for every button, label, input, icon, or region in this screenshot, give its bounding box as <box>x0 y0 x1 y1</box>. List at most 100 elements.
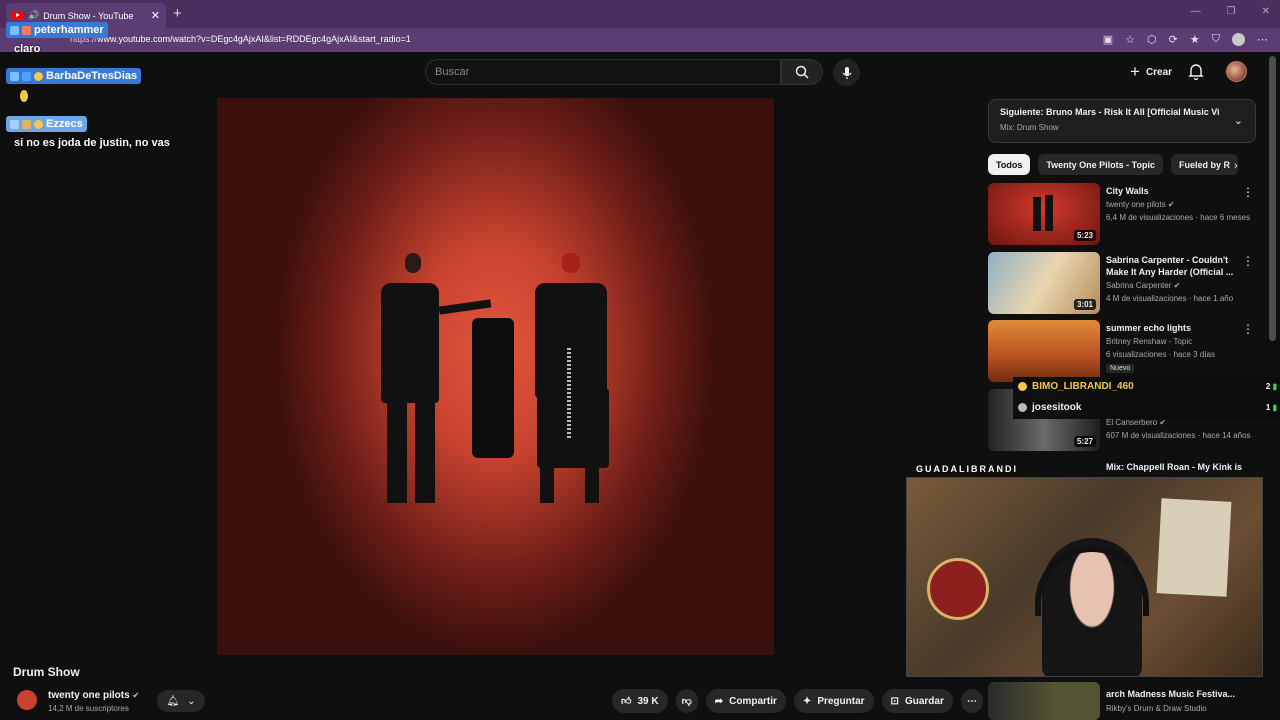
rec-title-partial: Mix: Chappell Roan - My Kink is <box>1106 462 1243 472</box>
video-actions: 👍︎ 39 K 👎︎ ➦ Compartir ✦ Preguntar ⊡ Gua… <box>612 689 983 713</box>
video-title: Drum Show <box>13 665 80 679</box>
badge-icon <box>22 119 31 129</box>
verified-icon: ✔ <box>1167 200 1175 209</box>
search-input[interactable]: Buscar <box>425 59 781 85</box>
channel-name[interactable]: twenty one pilots ✔ <box>48 690 139 701</box>
rec-thumbnail[interactable]: 5:23 <box>988 183 1100 245</box>
account-avatar[interactable] <box>1226 61 1247 82</box>
more-icon[interactable]: ⋯ <box>1257 33 1268 46</box>
create-button[interactable]: + Crear <box>1121 60 1181 84</box>
video-player[interactable] <box>217 98 774 655</box>
shield-icon[interactable]: ⛉ <box>1212 33 1220 46</box>
browser-tab-bar: 🔊 Drum Show - YouTube ✕ + — ❐ ✕ <box>0 0 1280 28</box>
filter-chips: Todos Twenty One Pilots - Topic Fueled b… <box>988 154 1250 176</box>
rec-item[interactable]: arch Madness Music Festiva... Rikby's Dr… <box>988 682 1256 720</box>
rec-item[interactable]: 5:23 City Walls twenty one pilots ✔ 6,4 … <box>988 183 1256 245</box>
rec-channel-text: twenty one pilots <box>1106 200 1166 209</box>
more-horizontal-icon: ⋯ <box>966 695 977 707</box>
verified-icon: ✔ <box>132 691 140 700</box>
thumbs-up-icon: 👍︎ <box>621 696 632 707</box>
profile-avatar[interactable] <box>1232 33 1245 46</box>
rec-item[interactable]: 3:01 Sabrina Carpenter - Couldn't Make I… <box>988 252 1256 314</box>
scrollbar[interactable] <box>1269 56 1276 341</box>
more-vertical-icon[interactable]: ⋮ <box>1242 322 1254 336</box>
notifications-bell-icon[interactable] <box>1188 63 1204 80</box>
url-field[interactable]: https://www.youtube.com/watch?v=DEgc4gAj… <box>70 34 411 44</box>
more-actions-button[interactable]: ⋯ <box>960 689 983 713</box>
chevron-right-icon[interactable]: › <box>1234 160 1238 172</box>
rec-thumbnail[interactable]: 3:01 <box>988 252 1100 314</box>
viewer-name: BIMO_LIBRANDI_460 <box>1032 381 1134 392</box>
microphone-icon <box>842 66 851 79</box>
viewer-row: josesitook <box>1018 402 1081 413</box>
favorites-icon[interactable]: ★ <box>1190 33 1200 46</box>
channel-name-text: twenty one pilots <box>48 690 130 701</box>
verified-icon: ✔ <box>1159 418 1167 427</box>
chat-username: Ezzecs <box>6 116 87 132</box>
create-label: Crear <box>1145 66 1173 78</box>
rec-item[interactable]: summer echo lights Britney Renshaw - Top… <box>988 320 1256 382</box>
dislike-button[interactable]: 👎︎ <box>675 689 698 713</box>
viewer-count: 1 ▮ <box>1265 403 1277 412</box>
more-vertical-icon[interactable]: ⋮ <box>1242 185 1254 199</box>
sparkle-icon: ✦ <box>802 695 812 707</box>
browser-toolbar: ▣ ☆ ⬡ ⟳ ★ ⛉ ⋯ <box>1103 33 1268 46</box>
platform-sign-image <box>927 558 989 620</box>
share-icon: ➦ <box>714 695 724 707</box>
coin-icon <box>1018 382 1027 391</box>
minimize-icon[interactable]: — <box>1191 6 1201 17</box>
next-up-panel[interactable]: Siguiente: Bruno Mars - Risk It All [Off… <box>988 99 1256 143</box>
album-art-person-right <box>562 253 580 273</box>
star-icon[interactable]: ☆ <box>1125 33 1135 46</box>
viewer-name: josesitook <box>1032 402 1082 413</box>
tab-title: Drum Show - YouTube <box>43 10 134 21</box>
chevron-down-icon[interactable]: ⌄ <box>1234 114 1243 127</box>
chip-twenty-one-pilots-topic[interactable]: Twenty One Pilots - Topic <box>1038 154 1164 175</box>
chat-message: si no es joda de justin, no vas <box>14 137 170 149</box>
viewer-count-text: 2 <box>1265 382 1271 391</box>
more-vertical-icon[interactable]: ⋮ <box>1242 254 1254 268</box>
close-tab-icon[interactable]: ✕ <box>151 9 160 22</box>
reader-icon[interactable]: ▣ <box>1103 33 1113 46</box>
search-button[interactable] <box>781 59 823 85</box>
user-icon <box>1018 403 1027 412</box>
save-button[interactable]: ⊡ Guardar <box>881 689 953 713</box>
rec-title: arch Madness Music Festiva... <box>1106 689 1236 699</box>
viewer-row: BIMO_LIBRANDI_460 <box>1018 381 1134 392</box>
restore-icon[interactable]: ❐ <box>1227 6 1236 17</box>
chat-user-text: Ezzecs <box>46 118 83 130</box>
rec-channel: El Canserbero ✔ <box>1106 418 1166 427</box>
viewer-count: 2 ▮ <box>1265 382 1277 391</box>
ask-button[interactable]: ✦ Preguntar <box>793 689 874 713</box>
rec-duration: 5:23 <box>1073 230 1096 241</box>
share-button[interactable]: ➦ Compartir <box>705 689 786 713</box>
rec-meta: 607 M de visualizaciones · hace 14 años <box>1106 431 1251 440</box>
chat-message: claro <box>14 43 41 55</box>
badge-icon <box>10 71 19 81</box>
new-badge: Nuevo <box>1106 364 1135 373</box>
rec-thumbnail[interactable] <box>988 320 1100 382</box>
thumbs-down-icon: 👎︎ <box>681 696 692 707</box>
chip-fueled-by[interactable]: Fueled by R <box>1171 154 1239 175</box>
close-window-icon[interactable]: ✕ <box>1262 6 1270 17</box>
speaker-icon[interactable]: 🔊 <box>28 10 39 21</box>
sync-icon[interactable]: ⟳ <box>1169 33 1178 46</box>
rec-thumbnail[interactable] <box>988 682 1100 720</box>
bell-icon: 🔔︎ <box>166 695 180 707</box>
channel-avatar[interactable] <box>17 690 37 710</box>
extension-icon[interactable]: ⬡ <box>1147 33 1157 46</box>
chip-all[interactable]: Todos <box>988 154 1031 175</box>
rec-title: City Walls <box>1106 186 1149 196</box>
rec-title: Sabrina Carpenter - Couldn't Make It Any… <box>1106 255 1234 277</box>
youtube-favicon-icon <box>12 11 24 20</box>
search-icon <box>795 65 809 79</box>
next-up-prefix: Siguiente: <box>1000 107 1044 117</box>
subscription-bell-button[interactable]: 🔔︎ ⌄ <box>157 690 205 712</box>
like-button[interactable]: 👍︎ 39 K <box>612 689 668 713</box>
voice-search-button[interactable] <box>833 59 860 86</box>
rec-channel: Rikby's Drum & Draw Studio <box>1106 704 1207 713</box>
rec-meta: 4 M de visualizaciones · hace 1 año <box>1106 294 1234 303</box>
url-main: www.youtube.com/watch?v=DEgc4gAjxAI&list… <box>97 34 411 44</box>
new-tab-icon[interactable]: + <box>173 5 182 22</box>
coin-icon <box>34 119 43 129</box>
